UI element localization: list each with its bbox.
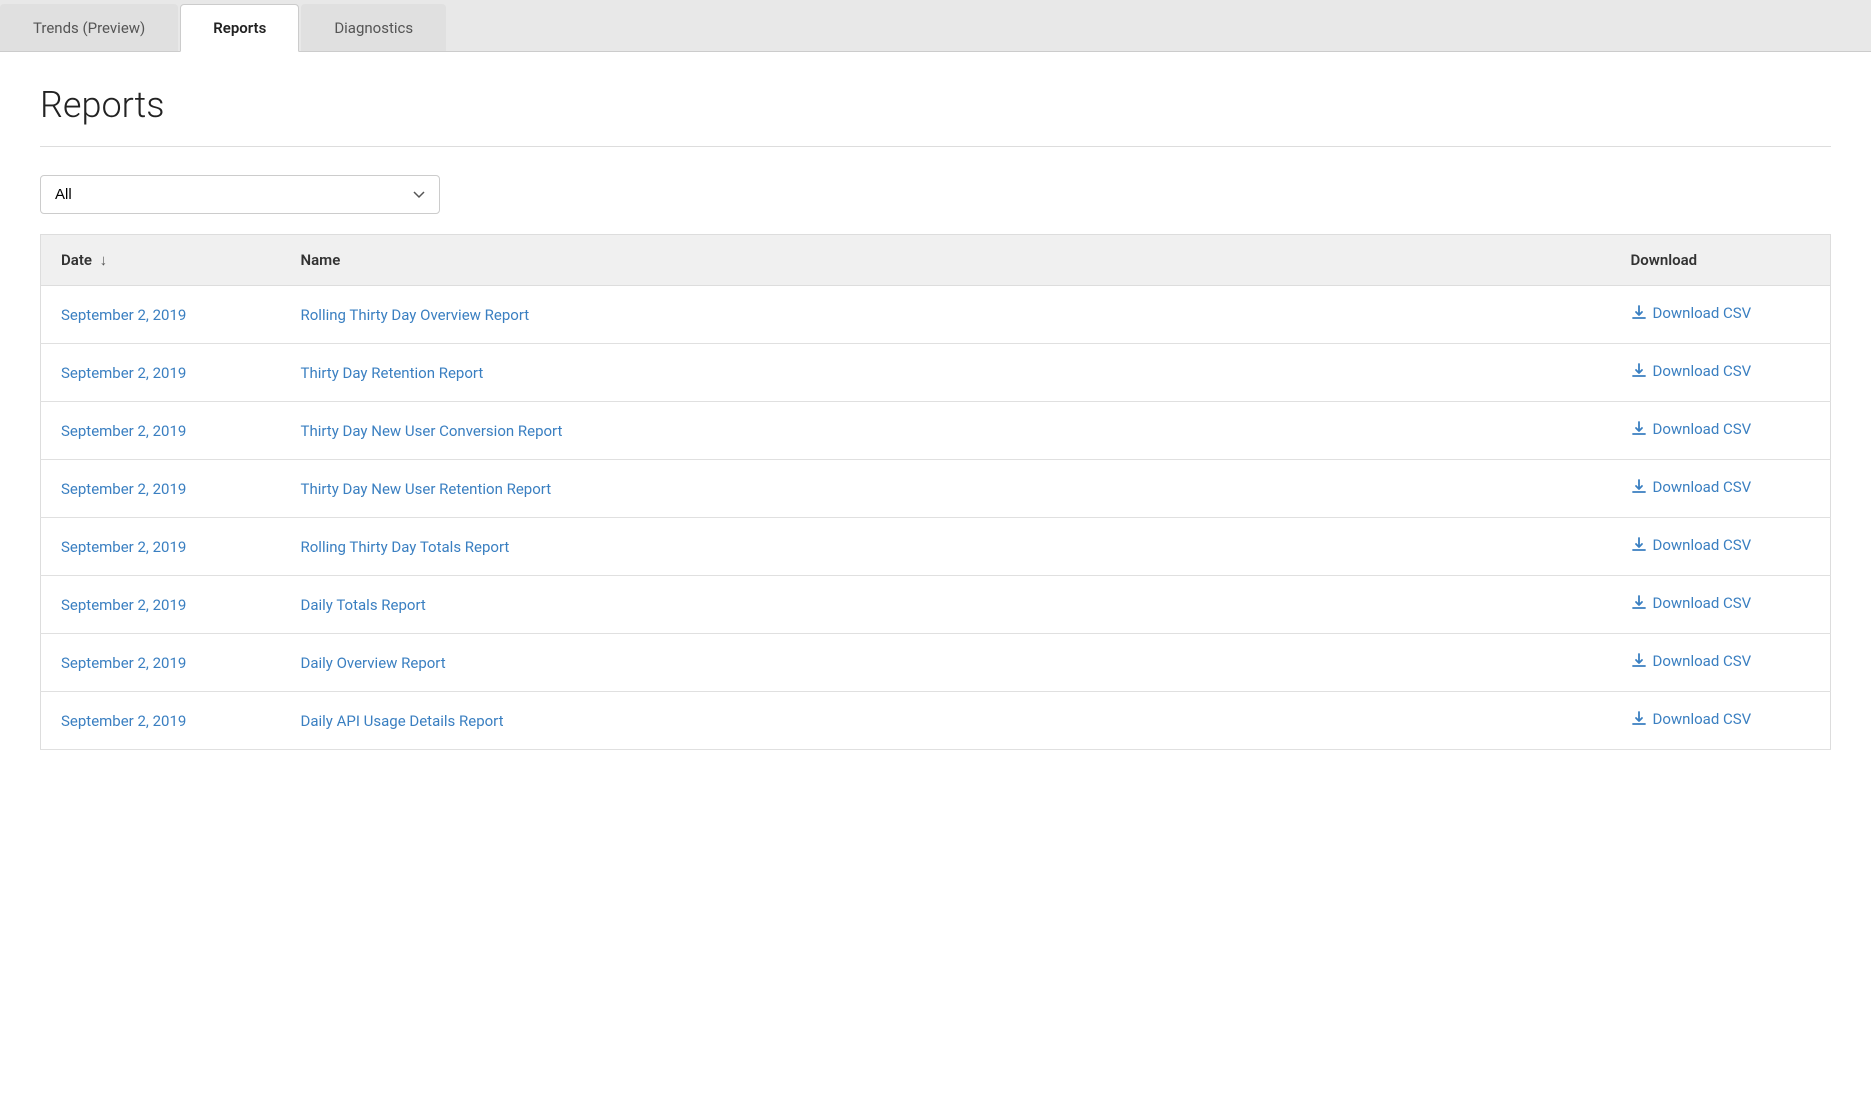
page-content: Reports All Daily Weekly Monthly Date ↓ … [0, 52, 1871, 782]
table-row: September 2, 2019 Thirty Day New User Con… [41, 402, 1831, 460]
download-label: Download CSV [1653, 594, 1752, 612]
divider [40, 146, 1831, 147]
download-icon [1631, 653, 1647, 669]
date-link[interactable]: September 2, 2019 [61, 654, 186, 672]
cell-name: Thirty Day New User Conversion Report [281, 402, 1611, 460]
table-row: September 2, 2019 Thirty Day Retention Re… [41, 344, 1831, 402]
cell-download: Download CSV [1611, 692, 1831, 750]
download-link[interactable]: Download CSV [1631, 710, 1752, 728]
cell-name: Daily API Usage Details Report [281, 692, 1611, 750]
date-link[interactable]: September 2, 2019 [61, 364, 186, 382]
name-link[interactable]: Thirty Day New User Conversion Report [301, 422, 563, 440]
filter-select[interactable]: All Daily Weekly Monthly [40, 175, 440, 214]
name-link[interactable]: Rolling Thirty Day Overview Report [301, 306, 530, 324]
date-link[interactable]: September 2, 2019 [61, 306, 186, 324]
download-label: Download CSV [1653, 652, 1752, 670]
table-row: September 2, 2019 Rolling Thirty Day Over… [41, 286, 1831, 344]
name-link[interactable]: Daily Totals Report [301, 596, 426, 614]
download-link[interactable]: Download CSV [1631, 652, 1752, 670]
cell-name: Daily Totals Report [281, 576, 1611, 634]
cell-download: Download CSV [1611, 402, 1831, 460]
table-row: September 2, 2019 Daily Overview Report Do… [41, 634, 1831, 692]
tab-reports[interactable]: Reports [180, 4, 299, 52]
cell-date: September 2, 2019 [41, 692, 281, 750]
download-link[interactable]: Download CSV [1631, 478, 1752, 496]
cell-date: September 2, 2019 [41, 634, 281, 692]
cell-date: September 2, 2019 [41, 402, 281, 460]
download-label: Download CSV [1653, 478, 1752, 496]
name-link[interactable]: Thirty Day Retention Report [301, 364, 484, 382]
download-label: Download CSV [1653, 362, 1752, 380]
cell-date: September 2, 2019 [41, 576, 281, 634]
cell-download: Download CSV [1611, 286, 1831, 344]
download-icon [1631, 305, 1647, 321]
name-link[interactable]: Daily Overview Report [301, 654, 446, 672]
cell-download: Download CSV [1611, 344, 1831, 402]
cell-date: September 2, 2019 [41, 286, 281, 344]
tab-bar: Trends (Preview) Reports Diagnostics [0, 0, 1871, 52]
download-link[interactable]: Download CSV [1631, 304, 1752, 322]
date-link[interactable]: September 2, 2019 [61, 596, 186, 614]
date-link[interactable]: September 2, 2019 [61, 538, 186, 556]
cell-download: Download CSV [1611, 518, 1831, 576]
cell-name: Daily Overview Report [281, 634, 1611, 692]
download-icon [1631, 479, 1647, 495]
download-label: Download CSV [1653, 304, 1752, 322]
table-row: September 2, 2019 Daily Totals Report Down… [41, 576, 1831, 634]
col-header-date[interactable]: Date ↓ [41, 235, 281, 286]
name-link[interactable]: Daily API Usage Details Report [301, 712, 504, 730]
download-link[interactable]: Download CSV [1631, 362, 1752, 380]
cell-name: Thirty Day New User Retention Report [281, 460, 1611, 518]
tab-trends[interactable]: Trends (Preview) [0, 4, 178, 51]
name-link[interactable]: Rolling Thirty Day Totals Report [301, 538, 510, 556]
filter-section: All Daily Weekly Monthly [40, 175, 1831, 214]
download-icon [1631, 421, 1647, 437]
download-icon [1631, 595, 1647, 611]
download-label: Download CSV [1653, 710, 1752, 728]
table-row: September 2, 2019 Rolling Thirty Day Tota… [41, 518, 1831, 576]
col-header-name: Name [281, 235, 1611, 286]
date-link[interactable]: September 2, 2019 [61, 422, 186, 440]
table-header-row: Date ↓ Name Download [41, 235, 1831, 286]
cell-download: Download CSV [1611, 576, 1831, 634]
col-header-download: Download [1611, 235, 1831, 286]
download-icon [1631, 363, 1647, 379]
reports-table: Date ↓ Name Download September 2, 2019 Ro… [40, 234, 1831, 750]
date-link[interactable]: September 2, 2019 [61, 712, 186, 730]
cell-name: Rolling Thirty Day Overview Report [281, 286, 1611, 344]
name-link[interactable]: Thirty Day New User Retention Report [301, 480, 552, 498]
tab-diagnostics[interactable]: Diagnostics [301, 4, 446, 51]
download-link[interactable]: Download CSV [1631, 420, 1752, 438]
page-title: Reports [40, 84, 1831, 126]
table-row: September 2, 2019 Daily API Usage Details… [41, 692, 1831, 750]
download-label: Download CSV [1653, 536, 1752, 554]
cell-date: September 2, 2019 [41, 344, 281, 402]
download-icon [1631, 537, 1647, 553]
download-link[interactable]: Download CSV [1631, 594, 1752, 612]
cell-date: September 2, 2019 [41, 460, 281, 518]
download-icon [1631, 711, 1647, 727]
cell-download: Download CSV [1611, 460, 1831, 518]
cell-download: Download CSV [1611, 634, 1831, 692]
cell-date: September 2, 2019 [41, 518, 281, 576]
download-label: Download CSV [1653, 420, 1752, 438]
cell-name: Rolling Thirty Day Totals Report [281, 518, 1611, 576]
date-link[interactable]: September 2, 2019 [61, 480, 186, 498]
sort-icon: ↓ [100, 251, 108, 269]
download-link[interactable]: Download CSV [1631, 536, 1752, 554]
cell-name: Thirty Day Retention Report [281, 344, 1611, 402]
table-row: September 2, 2019 Thirty Day New User Ret… [41, 460, 1831, 518]
